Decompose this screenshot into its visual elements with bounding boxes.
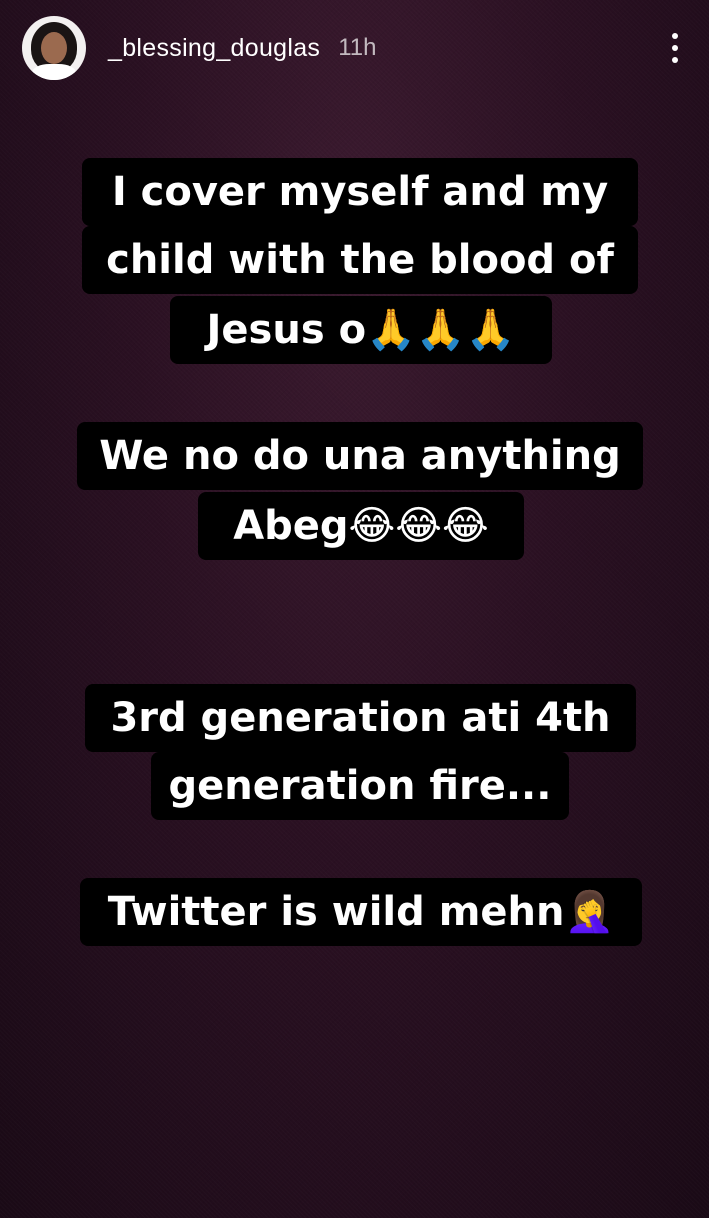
avatar[interactable] (22, 16, 86, 80)
story-text-line: child with the blood of (82, 226, 638, 294)
more-options-icon[interactable] (663, 28, 687, 68)
story-text-line: Twitter is wild mehn🤦‍♀️ (80, 878, 642, 946)
post-time: 11h (338, 34, 377, 61)
username[interactable]: _blessing_douglas (108, 34, 320, 63)
story-text-line: Abeg😂😂😂 (198, 492, 524, 560)
story-header: _blessing_douglas 11h (22, 14, 687, 82)
story-text-line: generation fire... (151, 752, 569, 820)
story-text-line: We no do una anything (77, 422, 643, 490)
story-text-line: I cover myself and my (82, 158, 638, 226)
story-text-line: 3rd generation ati 4th (85, 684, 636, 752)
story-text-line: Jesus o🙏🙏🙏 (170, 296, 552, 364)
